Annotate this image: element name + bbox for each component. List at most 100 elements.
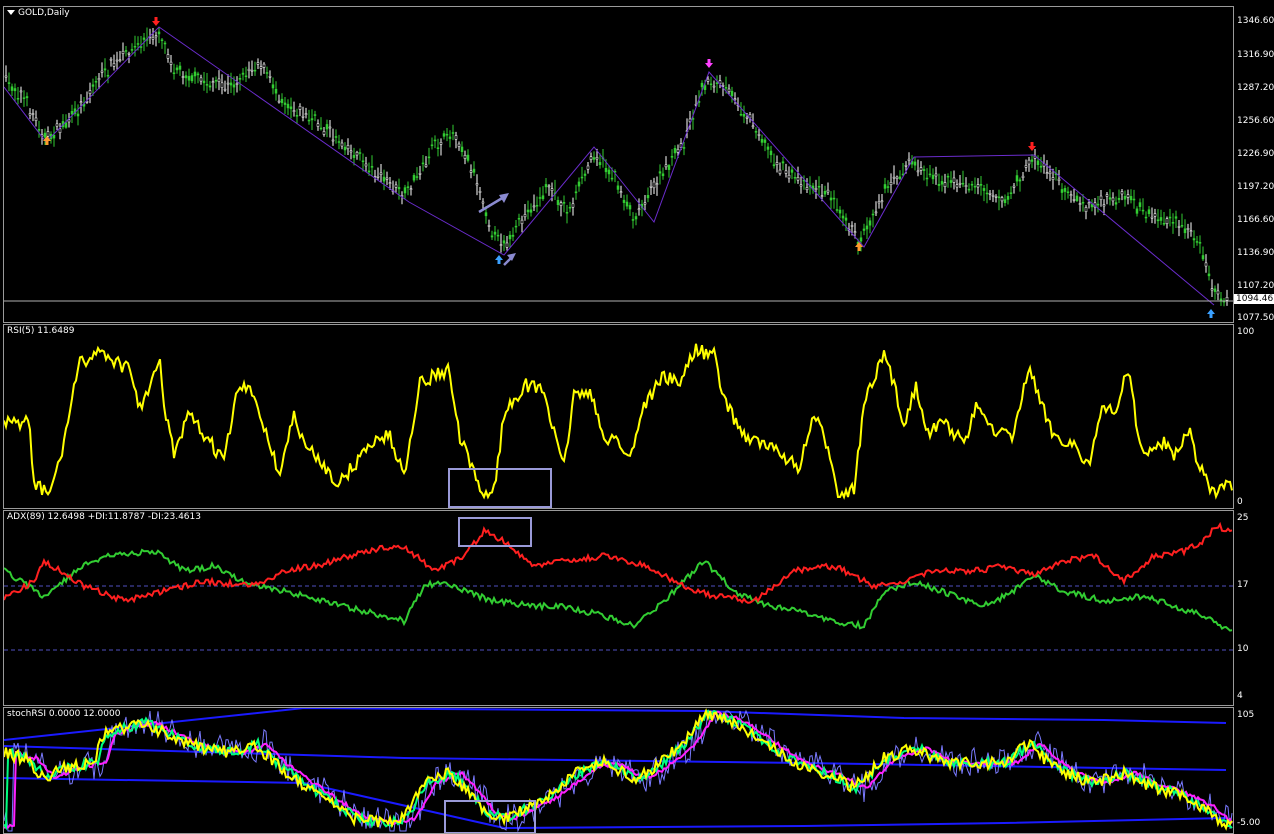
candle-body — [670, 155, 674, 158]
stoch-rsi-title: stochRSI 0.0000 12.0000 — [7, 709, 121, 719]
candle-body — [1141, 209, 1145, 212]
candle-body — [904, 165, 908, 167]
candle-body — [895, 176, 899, 179]
candle-body — [925, 177, 929, 180]
candle-body — [202, 80, 206, 84]
candle-body — [829, 197, 833, 201]
candle-body — [493, 231, 497, 235]
price-tick: 1256.60 — [1237, 116, 1274, 126]
candle-body — [274, 88, 278, 94]
arrow-down-icon — [705, 59, 713, 68]
candle-body — [346, 145, 350, 150]
candle-body — [397, 187, 401, 190]
price-chart-panel[interactable]: GOLD,Daily — [3, 6, 1234, 323]
candle-body — [799, 184, 803, 187]
candle-body — [628, 205, 632, 210]
candle-body — [1069, 194, 1073, 197]
candle-body — [712, 85, 716, 88]
candle-body — [715, 82, 719, 84]
candle-body — [442, 133, 446, 137]
candle-body — [1192, 238, 1196, 241]
candle-body — [592, 157, 596, 160]
candle-body — [1072, 199, 1076, 201]
candle-body — [142, 37, 146, 40]
candle-body — [256, 62, 260, 65]
candle-body — [877, 201, 881, 204]
adx-canvas[interactable] — [4, 511, 1233, 705]
rsi-canvas[interactable] — [4, 325, 1233, 508]
last-price-label: 1094.46 — [1234, 294, 1274, 304]
candle-body — [1189, 230, 1193, 232]
candle-body — [766, 146, 770, 150]
candle-body — [58, 128, 62, 133]
candle-body — [739, 113, 743, 116]
dropdown-triangle-icon[interactable] — [7, 10, 15, 15]
candle-body — [235, 83, 239, 85]
rsi-panel[interactable]: RSI(5) 11.6489 — [3, 324, 1234, 509]
candle-body — [838, 209, 842, 214]
candle-body — [775, 162, 779, 165]
chart-symbol-timeframe: GOLD,Daily — [18, 8, 70, 18]
candle-body — [622, 199, 626, 203]
candle-body — [706, 78, 710, 82]
candle-body — [973, 185, 977, 188]
candle-body — [589, 156, 593, 160]
candle-body — [1045, 172, 1049, 174]
candle-body — [475, 183, 479, 186]
candle-body — [544, 184, 548, 188]
stoch-tick: 105 — [1237, 710, 1255, 720]
candle-body — [286, 103, 290, 109]
candle-body — [976, 184, 980, 188]
candle-body — [136, 43, 140, 45]
candle-body — [769, 150, 773, 156]
candle-body — [1144, 216, 1148, 219]
stoch-rsi-canvas[interactable] — [4, 708, 1233, 833]
candle-body — [1162, 223, 1166, 225]
stoch-axis: 105 -5.00 — [1234, 707, 1274, 834]
candle-body — [928, 173, 932, 176]
candle-body — [22, 97, 26, 99]
candle-body — [178, 65, 182, 70]
candle-body — [646, 195, 650, 199]
candle-body — [88, 90, 92, 94]
candle-body — [34, 117, 38, 121]
candle-body — [124, 50, 128, 52]
candle-body — [1174, 216, 1178, 219]
price-tick: 1107.20 — [1237, 281, 1274, 291]
candle-body — [757, 134, 761, 136]
candle-body — [127, 52, 131, 55]
candle-body — [1213, 288, 1217, 292]
candle-body — [1078, 203, 1082, 205]
candle-body — [940, 181, 944, 185]
candle-body — [436, 147, 440, 149]
highlight-box — [458, 517, 532, 547]
candle-body — [874, 211, 878, 214]
candle-body — [850, 225, 854, 227]
candle-body — [1159, 217, 1163, 221]
stoch-rsi-panel[interactable]: stochRSI 0.0000 12.0000 — [3, 707, 1234, 834]
candle-body — [1165, 218, 1169, 224]
candle-body — [1204, 262, 1208, 267]
candle-body — [169, 61, 173, 65]
candle-body — [1009, 192, 1013, 194]
candle-body — [289, 106, 293, 110]
candle-body — [484, 212, 488, 217]
adx-panel[interactable]: ADX(89) 12.6498 +DI:11.8787 -DI:23.4613 — [3, 510, 1234, 706]
candle-body — [160, 39, 164, 42]
candle-body — [415, 176, 419, 178]
candle-body — [481, 201, 485, 204]
candle-body — [991, 194, 995, 197]
price-chart-canvas[interactable] — [4, 7, 1233, 322]
candle-body — [1195, 241, 1199, 243]
candle-body — [250, 69, 254, 72]
candle-body — [1216, 290, 1220, 295]
candle-body — [1180, 225, 1184, 227]
candle-body — [358, 152, 362, 154]
candle-body — [118, 59, 122, 62]
candle-body — [637, 208, 641, 211]
price-axis: 1346.60 1316.90 1287.20 1256.60 1226.90 … — [1234, 6, 1274, 323]
candle-body — [394, 184, 398, 188]
candle-body — [541, 195, 545, 200]
candle-body — [529, 209, 533, 213]
candle-body — [382, 176, 386, 182]
